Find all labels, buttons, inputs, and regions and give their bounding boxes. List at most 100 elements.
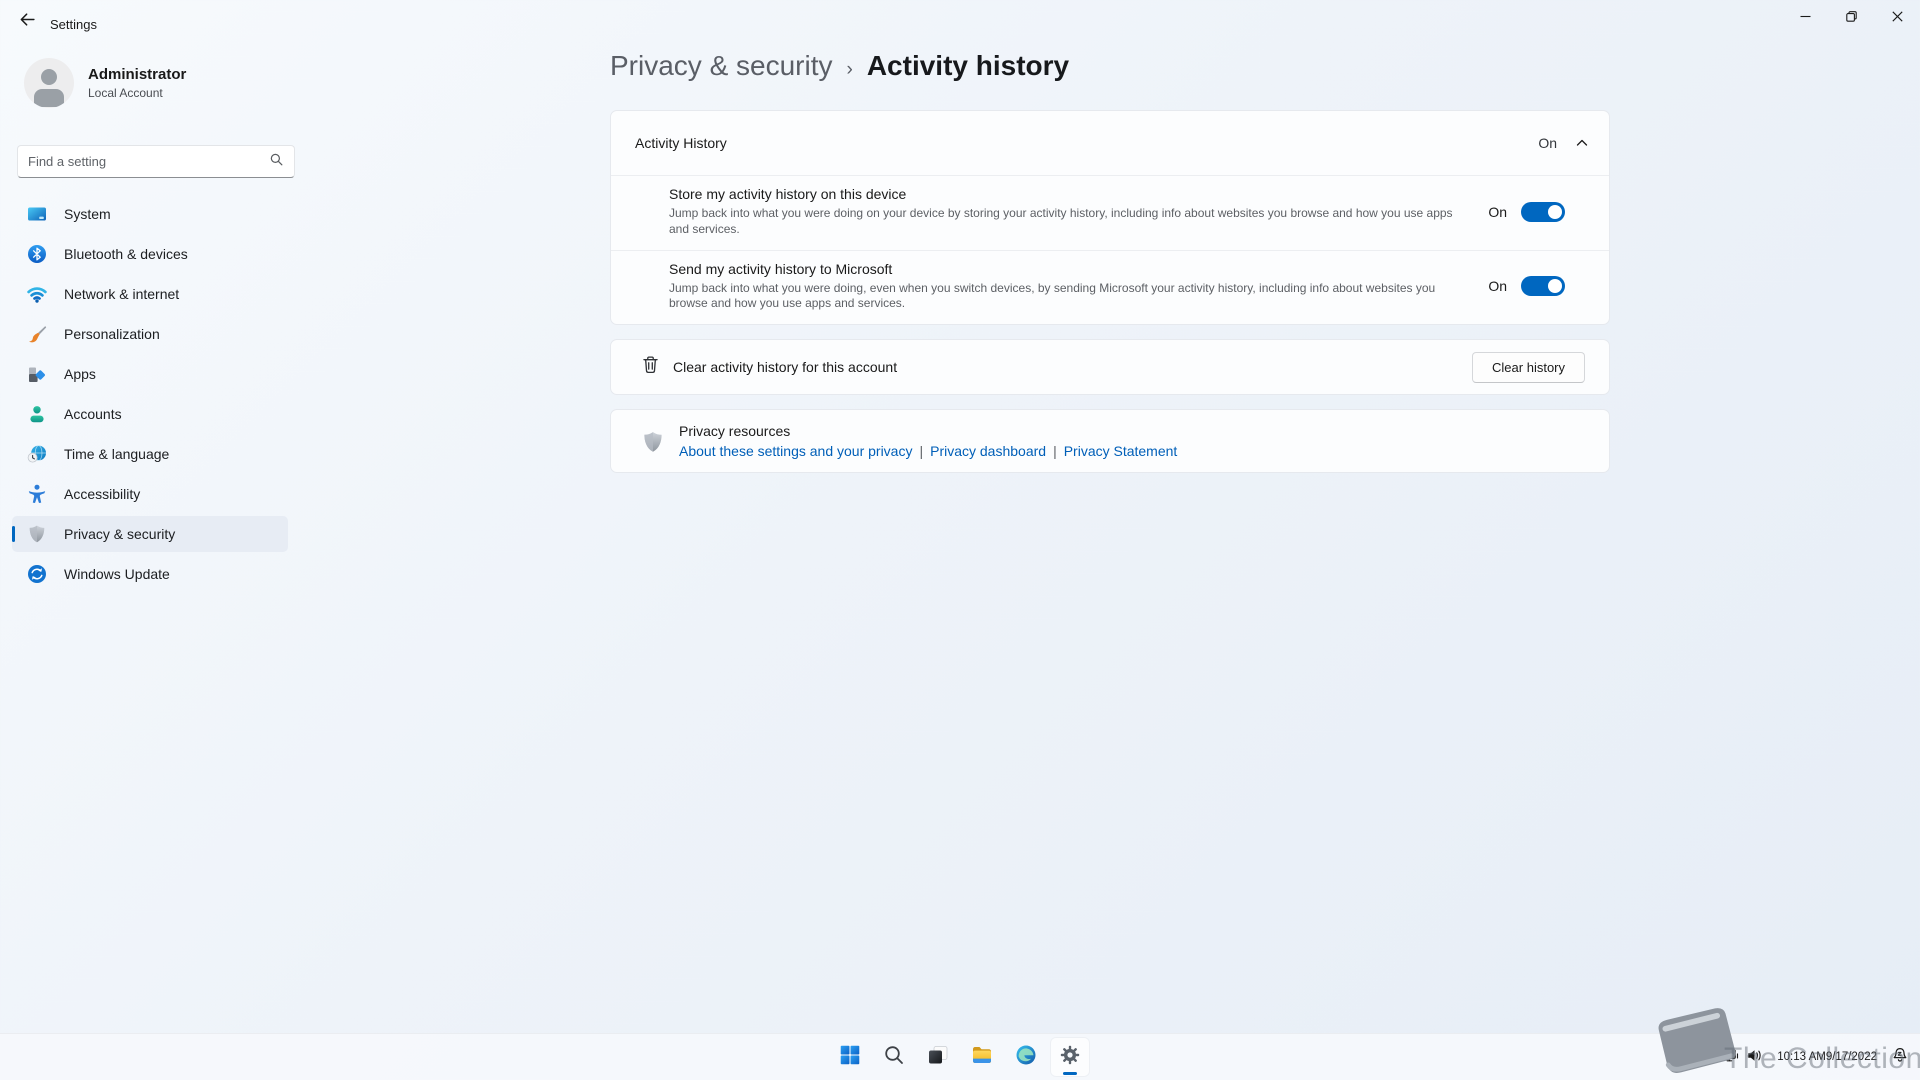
taskbar-search-button[interactable] [875,1038,913,1076]
file-explorer-button[interactable] [963,1038,1001,1076]
notification-center-button[interactable] [1886,1040,1914,1076]
sidebar-item-network-internet[interactable]: Network & internet [12,276,288,312]
bell-focus-icon [1891,1046,1909,1069]
accessibility-icon [26,483,48,505]
send-activity-history-row: Send my activity history to Microsoft Ju… [611,250,1609,325]
tray-time: 10:13 AM [1777,1050,1826,1065]
shield-icon [26,523,48,545]
search-icon [269,152,284,172]
wifi-icon [26,283,48,305]
sidebar-item-personalization[interactable]: Personalization [12,316,288,352]
network-volume-button[interactable] [1717,1040,1768,1076]
store-activity-history-toggle[interactable] [1521,202,1565,222]
clock-globe-icon [26,443,48,465]
volume-icon [1746,1047,1763,1069]
restore-icon [1846,9,1857,27]
page-title: Activity history [867,50,1069,82]
search-icon [882,1043,906,1072]
sidebar-item-label: Bluetooth & devices [64,246,188,262]
toggle-state-label: On [1488,204,1507,220]
sidebar-item-system[interactable]: System [12,196,288,232]
profile-name: Administrator [88,66,186,83]
sidebar-nav: System Bluetooth & devices Network & int… [12,196,288,592]
send-activity-history-toggle[interactable] [1521,276,1565,296]
task-view-icon [926,1043,950,1072]
system-tray: 10:13 AM 9/17/2022 [1691,1034,1914,1080]
edge-icon [1014,1043,1038,1072]
sidebar-item-label: Windows Update [64,566,170,582]
settings-gear-icon [1058,1043,1082,1072]
person-icon [26,403,48,425]
link-separator: | [919,443,923,459]
clear-history-label: Clear activity history for this account [673,359,1472,375]
close-icon [1892,9,1903,27]
window-title: Settings [50,17,97,32]
setting-description: Jump back into what you were doing, even… [669,281,1459,313]
restore-button[interactable] [1828,0,1874,36]
hidden-icons-button[interactable] [1691,1040,1714,1076]
find-a-setting-searchbox[interactable] [17,145,295,178]
clear-activity-history-card: Clear activity history for this account … [610,339,1610,395]
edge-button[interactable] [1007,1038,1045,1076]
privacy-resources-title: Privacy resources [679,423,1177,439]
sidebar-item-label: Privacy & security [64,526,175,542]
link-privacy-dashboard[interactable]: Privacy dashboard [930,443,1046,459]
shield-icon [640,429,666,455]
back-icon [19,11,36,33]
chevron-up-icon [1575,136,1589,150]
sidebar-item-accounts[interactable]: Accounts [12,396,288,432]
clear-history-button[interactable]: Clear history [1472,352,1585,383]
sidebar-item-label: Network & internet [64,286,179,302]
sidebar-item-accessibility[interactable]: Accessibility [12,476,288,512]
sidebar-item-label: Time & language [64,446,169,462]
expander-title: Activity History [635,135,1538,151]
store-activity-history-row: Store my activity history on this device… [611,175,1609,250]
activity-history-expander-header[interactable]: Activity History On [611,111,1609,175]
sidebar-item-bluetooth-devices[interactable]: Bluetooth & devices [12,236,288,272]
link-privacy-statement[interactable]: Privacy Statement [1064,443,1178,459]
link-separator: | [1053,443,1057,459]
sidebar-item-label: Accounts [64,406,122,422]
close-button[interactable] [1874,0,1920,36]
network-icon [1722,1047,1739,1069]
sidebar-item-windows-update[interactable]: Windows Update [12,556,288,592]
file-explorer-icon [970,1043,994,1072]
sidebar-item-label: Apps [64,366,96,382]
settings-sidebar: Administrator Local Account System Bluet… [0,44,300,1033]
breadcrumb-separator: › [847,59,853,81]
titlebar: Settings [0,0,1920,44]
setting-description: Jump back into what you were doing on yo… [669,206,1459,238]
sidebar-item-label: Personalization [64,326,160,342]
main-content: Privacy & security › Activity history Ac… [610,50,1610,473]
paintbrush-icon [26,323,48,345]
tray-date: 9/17/2022 [1826,1050,1877,1065]
chevron-up-icon [1696,1049,1709,1067]
settings-taskbar-button[interactable] [1051,1038,1089,1076]
trash-icon [640,354,661,380]
task-view-button[interactable] [919,1038,957,1076]
update-arrows-icon [26,563,48,585]
sidebar-item-label: System [64,206,111,222]
minimize-button[interactable] [1782,0,1828,36]
toggle-state-label: On [1488,278,1507,294]
sidebar-item-apps[interactable]: Apps [12,356,288,392]
system-icon [26,203,48,225]
breadcrumb: Privacy & security › Activity history [610,50,1610,94]
taskbar: 10:13 AM 9/17/2022 [0,1033,1920,1080]
breadcrumb-parent[interactable]: Privacy & security [610,50,833,82]
search-input[interactable] [28,154,269,169]
activity-history-card: Activity History On Store my activity hi… [610,110,1610,325]
avatar [24,58,74,108]
bluetooth-icon [26,243,48,265]
apps-icon [26,363,48,385]
expander-state: On [1538,135,1557,151]
privacy-resources-card: Privacy resources About these settings a… [610,409,1610,473]
clock-tray-button[interactable]: 10:13 AM 9/17/2022 [1771,1040,1883,1076]
sidebar-item-privacy-security[interactable]: Privacy & security [12,516,288,552]
link-about-settings-privacy[interactable]: About these settings and your privacy [679,443,912,459]
start-button[interactable] [831,1038,869,1076]
sidebar-item-label: Accessibility [64,486,140,502]
setting-title: Store my activity history on this device [669,186,1488,202]
back-button[interactable] [10,6,44,38]
sidebar-item-time-language[interactable]: Time & language [12,436,288,472]
